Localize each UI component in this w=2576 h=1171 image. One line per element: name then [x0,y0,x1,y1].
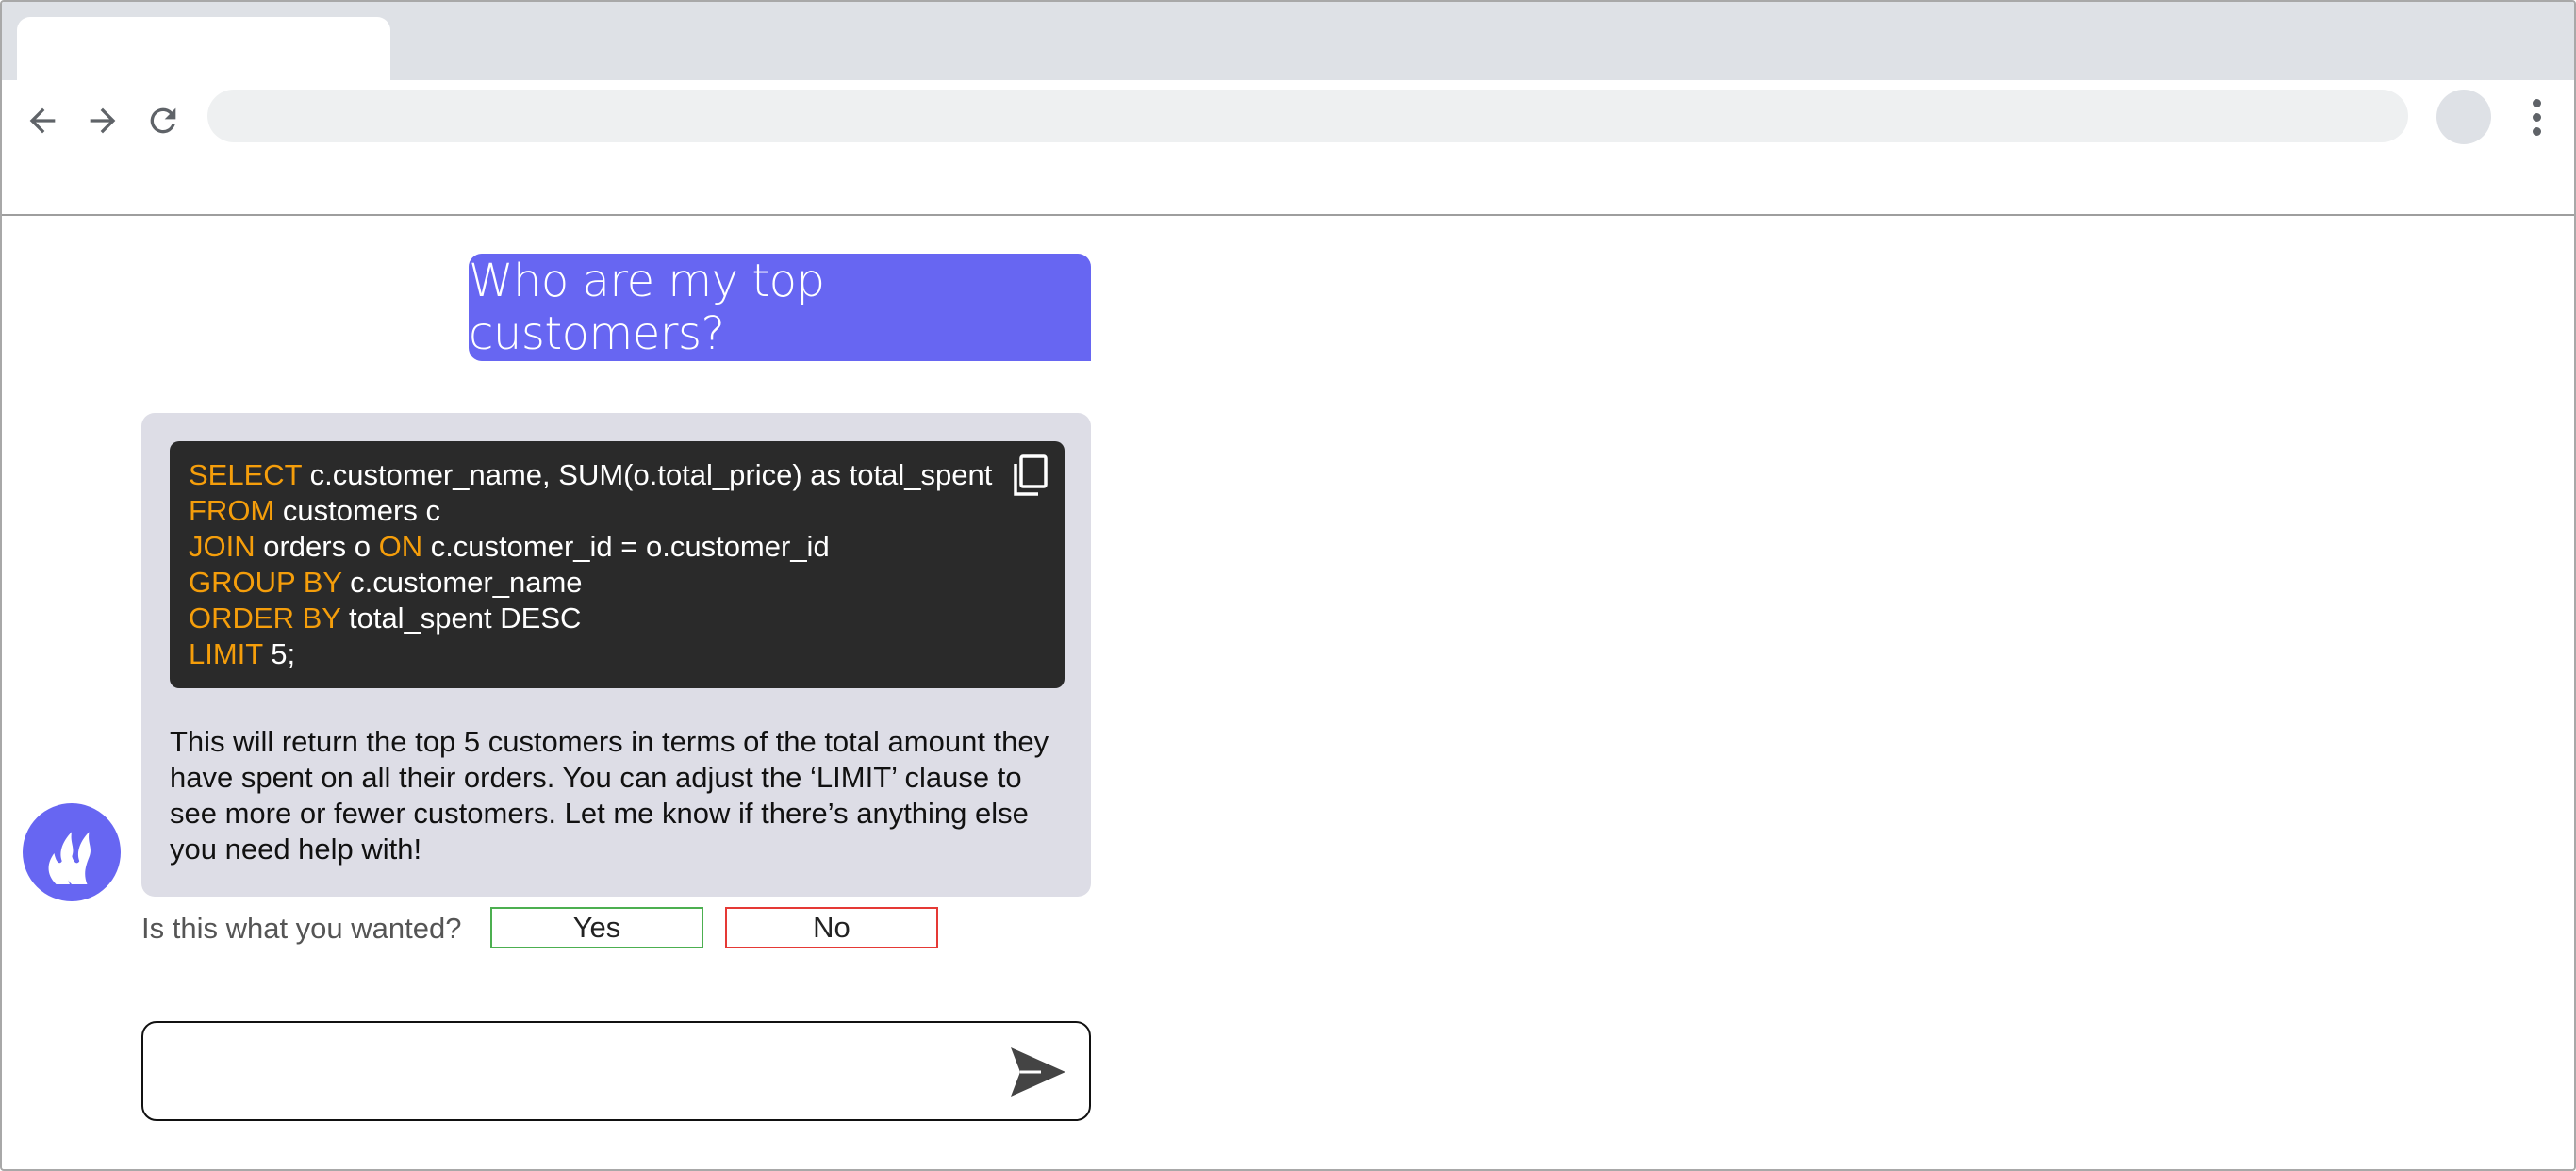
sql-keyword: LIMIT [189,637,263,670]
sql-keyword: SELECT [189,458,303,491]
browser-tab[interactable] [17,17,390,83]
sql-keyword: JOIN [189,530,256,563]
code-lines: SELECT c.customer_name, SUM(o.total_pric… [189,457,1046,672]
code-line: GROUP BY c.customer_name [189,565,1046,601]
browser-window: Who are my top customers? SELECT c.custo… [0,0,2576,1171]
bot-explanation-text: This will return the top 5 customers in … [170,725,1049,866]
sql-text: customers c [274,494,440,527]
sql-text: c.customer_id = o.customer_id [422,530,830,563]
copy-icon [1014,454,1048,496]
copy-code-button[interactable] [1008,453,1051,500]
kebab-menu-icon [2532,98,2541,107]
message-composer [141,1021,1091,1121]
browser-toolbar [2,80,2574,216]
arrow-left-icon [29,107,56,134]
sql-keyword: FROM [189,494,275,527]
bot-message-bubble: SELECT c.customer_name, SUM(o.total_pric… [141,413,1091,897]
reload-icon [150,107,176,134]
message-input[interactable] [166,1042,996,1100]
user-message-bubble: Who are my top customers? [469,254,1091,361]
reload-button[interactable] [138,95,189,146]
menu-button[interactable] [2519,91,2553,142]
yes-button[interactable]: Yes [490,907,703,948]
code-line: ORDER BY total_spent DESC [189,601,1046,636]
sql-text: c.customer_name, SUM(o.total_price) as t… [302,458,993,491]
arrow-right-icon [90,107,116,134]
tab-strip [2,2,2574,83]
code-line: LIMIT 5; [189,636,1046,672]
code-line: FROM customers c [189,493,1046,529]
back-button[interactable] [17,95,68,146]
flame-logo-icon [48,832,91,884]
send-icon [1011,1047,1065,1097]
sql-text: 5; [262,637,296,670]
sql-text: orders o [255,530,379,563]
code-line: SELECT c.customer_name, SUM(o.total_pric… [189,457,1046,493]
bot-avatar [23,803,121,901]
sql-text: c.customer_name [341,566,583,599]
address-bar[interactable] [207,90,2408,142]
sql-keyword: ON [378,530,423,563]
profile-avatar[interactable] [2436,90,2491,144]
code-line: JOIN orders o ON c.customer_id = o.custo… [189,529,1046,565]
feedback-question: Is this what you wanted? [141,912,462,945]
sql-keyword: GROUP BY [189,566,342,599]
send-button[interactable] [1009,1046,1067,1098]
sql-code-block: SELECT c.customer_name, SUM(o.total_pric… [170,441,1065,688]
no-button[interactable]: No [725,907,938,948]
forward-button[interactable] [77,95,128,146]
sql-text: total_spent DESC [340,602,582,635]
sql-keyword: ORDER BY [189,602,341,635]
